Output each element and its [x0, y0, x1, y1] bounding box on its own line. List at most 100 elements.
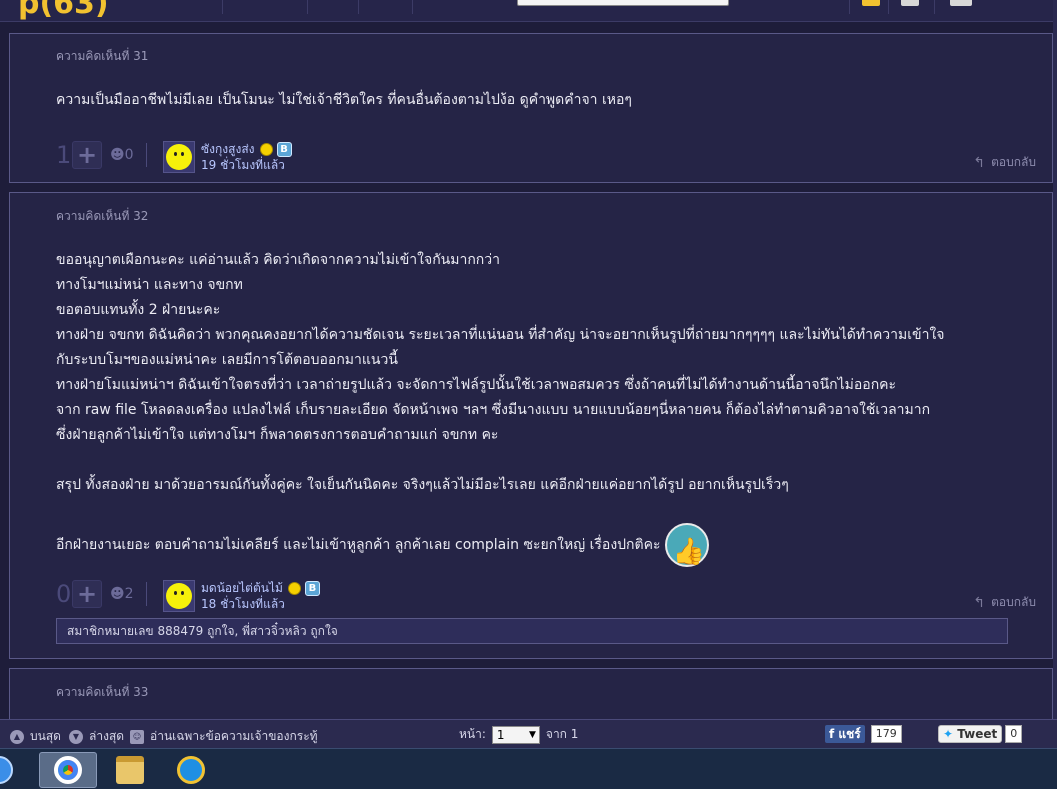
comment-card: ความคิดเห็นที่ 32 ขออนุญาตเผือกนะคะ แค่อ…	[9, 192, 1053, 659]
vote-box: 0 + ☻2	[56, 580, 147, 608]
comment-body: ความเป็นมืออาชีพไม่มีเลย เป็นโมนะ ไม่ใช่…	[56, 88, 1016, 113]
comment-line: ทางโมฯแม่หน่า และทาง จขกท	[56, 277, 243, 293]
chevron-down-icon: ▼	[528, 729, 536, 740]
comment-line: ความเป็นมืออาชีพไม่มีเลย เป็นโมนะ ไม่ใช่…	[56, 92, 632, 108]
notification-icon[interactable]	[862, 0, 880, 6]
vote-divider	[145, 582, 147, 606]
post-time: 19 ชั่วโมงที่แล้ว	[201, 158, 285, 172]
site-brand[interactable]: p(63)	[18, 0, 109, 21]
avatar[interactable]	[163, 141, 195, 173]
facebook-share-button[interactable]: f แชร์	[825, 725, 865, 743]
bottom-toolbar: ▲ บนสุด ▼ ล่างสุด ☺ อ่านเฉพาะข้อความเจ้า…	[0, 719, 1057, 748]
comment-author: มดน้อยไต่ต้นไม้ B 18 ชั่วโมงที่แล้ว	[163, 580, 320, 612]
facebook-share: f แชร์ 179	[825, 725, 902, 743]
share-count: 179	[870, 725, 902, 743]
os-taskbar	[0, 748, 1057, 789]
smiley-avatar-icon	[166, 583, 192, 609]
owner-only-label: อ่านเฉพาะข้อความเจ้าของกระทู้	[150, 729, 318, 743]
comment-line: อีกฝ่ายงานเยอะ ตอบคำถามไม่เคลียร์ และไม่…	[56, 537, 661, 553]
tweet-button[interactable]: ✦ Tweet	[938, 725, 1003, 743]
twitter-share: ✦ Tweet 0	[938, 725, 1023, 743]
taskbar-itunes[interactable]	[0, 752, 28, 788]
comment-body: ขออนุญาตเผือกนะคะ แค่อ่านแล้ว คิดว่าเกิด…	[56, 248, 1016, 574]
scroll-top-button[interactable]: ▲ บนสุด	[10, 727, 61, 746]
reply-button[interactable]: ↰ ตอบกลับ	[973, 593, 1036, 612]
top-navbar: p(63)	[0, 0, 1057, 22]
search-input[interactable]	[517, 0, 729, 6]
facebook-icon: f	[829, 727, 839, 741]
comment-line: กับระบบโมฯของแม่หน่าคะ เลยมีการโต้ตอบออก…	[56, 352, 398, 368]
reply-arrow-icon: ↰	[973, 154, 986, 171]
chrome-icon	[54, 756, 82, 784]
taskbar-explorer[interactable]	[101, 752, 159, 788]
comment-line: สรุป ทั้งสองฝ่าย มาด้วยอารมณ์กันทั้งคู่ค…	[56, 477, 789, 493]
avatar[interactable]	[163, 580, 195, 612]
scrollbar-track[interactable]	[1053, 0, 1057, 720]
pagination: หน้า: 1 ▼ จาก 1	[459, 725, 578, 744]
reply-arrow-icon: ↰	[973, 594, 986, 611]
smiley-avatar-icon	[166, 144, 192, 170]
vote-box: 1 + ☻0	[56, 141, 147, 169]
comment-line: ซึ่งฝ่ายลูกค้าไม่เข้าใจ แต่ทางโมฯ ก็พลาด…	[56, 427, 499, 443]
author-name[interactable]: ซังกุงสูงส่ง	[201, 141, 255, 157]
likes-list[interactable]: สมาชิกหมายเลข 888479 ถูกใจ, พี่สาวจิ๋วหล…	[56, 618, 1008, 644]
emotion-icon: ☻	[110, 586, 125, 602]
blog-badge[interactable]: B	[304, 580, 320, 596]
comment-number: ความคิดเห็นที่ 31	[56, 49, 149, 63]
scroll-bottom-label: ล่างสุด	[89, 729, 125, 743]
nav-divider	[358, 0, 359, 14]
emotion-count[interactable]: ☻0	[110, 147, 134, 163]
tweet-count: 0	[1005, 725, 1023, 743]
taskbar-ie[interactable]	[162, 752, 220, 788]
page-select[interactable]: 1 ▼	[491, 725, 540, 744]
blog-badge[interactable]: B	[276, 141, 292, 157]
scroll-top-label: บนสุด	[30, 729, 61, 743]
comment-line: ทางฝ่ายโมแม่หน่าฯ ดิฉันเข้าใจตรงที่ว่า เ…	[56, 377, 897, 393]
folder-icon	[116, 756, 144, 784]
twitter-bird-icon: ✦	[943, 727, 958, 741]
nav-divider	[888, 0, 889, 14]
nav-divider	[307, 0, 308, 14]
comment-line	[56, 498, 1016, 523]
owner-only-button[interactable]: ☺ อ่านเฉพาะข้อความเจ้าของกระทู้	[130, 727, 318, 746]
thumbs-up-icon	[664, 523, 709, 574]
post-time: 18 ชั่วโมงที่แล้ว	[201, 597, 285, 611]
reply-button[interactable]: ↰ ตอบกลับ	[973, 153, 1036, 172]
smiley-icon	[287, 581, 301, 595]
nav-divider	[934, 0, 935, 14]
vote-count: 0	[56, 580, 72, 608]
itunes-icon	[0, 756, 13, 784]
internet-explorer-icon	[177, 756, 205, 784]
emotion-count[interactable]: ☻2	[110, 586, 134, 602]
comment-author: ซังกุงสูงส่ง B 19 ชั่วโมงที่แล้ว	[163, 141, 292, 173]
reply-label: ตอบกลับ	[991, 155, 1036, 169]
nav-divider	[222, 0, 223, 14]
nav-divider	[849, 0, 850, 14]
nav-divider	[412, 0, 413, 14]
comment-card: ความคิดเห็นที่ 31 ความเป็นมืออาชีพไม่มีเ…	[9, 33, 1053, 183]
arrow-down-icon: ▼	[69, 729, 83, 744]
page-total: จาก 1	[545, 727, 579, 741]
smiley-icon	[259, 142, 273, 156]
comment-line: ทางฝ่าย จขกท ดิฉันคิดว่า พวกคุณคงอยากได้…	[56, 327, 945, 343]
arrow-up-icon: ▲	[10, 729, 24, 744]
reply-label: ตอบกลับ	[991, 595, 1036, 609]
page-label: หน้า:	[459, 727, 486, 741]
message-icon[interactable]	[901, 0, 919, 6]
plus-vote-button[interactable]: +	[72, 580, 102, 608]
comment-line: ขอตอบแทนทั้ง 2 ฝ่ายนะคะ	[56, 302, 221, 318]
comment-number: ความคิดเห็นที่ 32	[56, 209, 149, 223]
vote-count: 1	[56, 141, 72, 169]
scroll-bottom-button[interactable]: ▼ ล่างสุด	[69, 727, 124, 746]
author-name[interactable]: มดน้อยไต่ต้นไม้	[201, 580, 283, 596]
comment-line: จาก raw file โหลดลงเครื่อง แปลงไฟล์ เก็บ…	[56, 402, 931, 418]
vote-divider	[145, 143, 147, 167]
comment-number: ความคิดเห็นที่ 33	[56, 685, 149, 699]
comment-line: ขออนุญาตเผือกนะคะ แค่อ่านแล้ว คิดว่าเกิด…	[56, 252, 501, 268]
taskbar-chrome[interactable]	[39, 752, 97, 788]
comment-line	[56, 448, 1016, 473]
owner-icon: ☺	[130, 729, 144, 744]
plus-vote-button[interactable]: +	[72, 141, 102, 169]
user-avatar-icon[interactable]	[950, 0, 972, 6]
emotion-icon: ☻	[110, 147, 125, 163]
